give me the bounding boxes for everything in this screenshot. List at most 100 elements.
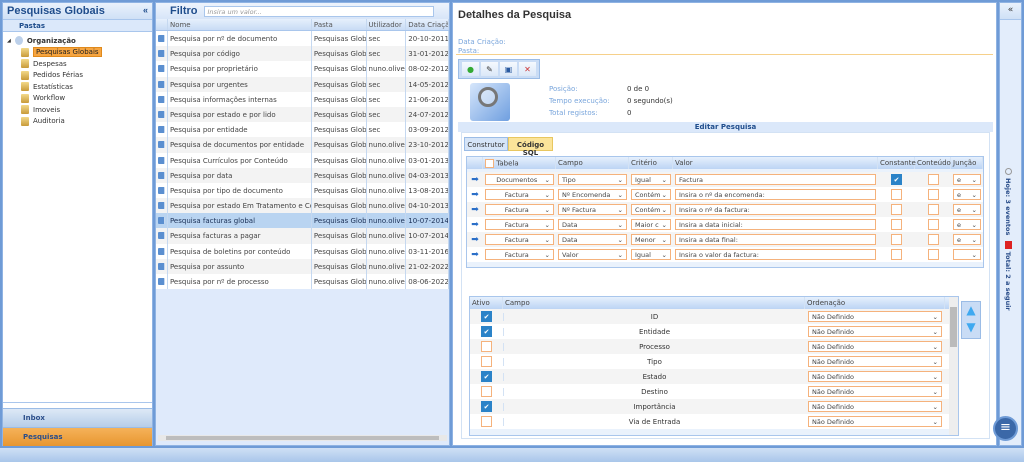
campo-select[interactable]: Nº Factura ⌄ (558, 204, 627, 215)
tab-codigo-sql[interactable]: Código SQL (508, 137, 553, 157)
criterio-select[interactable]: Igual ⌄ (631, 249, 671, 260)
valor-input[interactable]: Factura (675, 174, 876, 185)
vertical-scrollbar[interactable] (949, 297, 958, 435)
table-row[interactable]: Pesquisa por nº de documento Pesquisas Gl… (156, 31, 449, 47)
tabela-select[interactable]: Factura ⌄ (485, 234, 554, 245)
col-pasta[interactable]: Pasta (312, 19, 367, 30)
edit-icon[interactable]: ✎ (481, 62, 498, 76)
hoje-eventos[interactable]: Hoje: 3 eventos (1004, 178, 1012, 235)
juncao-select[interactable]: e ⌄ (953, 219, 981, 230)
table-row[interactable]: Pesquisa de documentos por entidade Pesqu… (156, 137, 449, 153)
folder-item[interactable]: Workflow (3, 93, 152, 105)
table-row[interactable]: Pesquisa informações internas Pesquisas G… (156, 91, 449, 107)
filter-input[interactable]: Insira um valor... (203, 5, 434, 17)
arrow-right-icon[interactable]: ➡ (467, 250, 483, 260)
constante-checkbox[interactable] (891, 204, 902, 215)
arrow-right-icon[interactable]: ➡ (467, 205, 483, 215)
tabela-select[interactable]: Factura ⌄ (485, 219, 554, 230)
juncao-select[interactable]: ⌄ (953, 249, 981, 260)
ordenacao-select[interactable]: Não Definido ⌄ (808, 356, 942, 367)
table-row[interactable]: Pesquisa facturas a pagarPesquisas Globa… (156, 228, 449, 244)
total-a-seguir[interactable]: Total: 2 a seguir (1004, 252, 1012, 311)
table-row[interactable]: Pesquisa por nº de processo Pesquisas Glo… (156, 274, 449, 290)
move-up-icon[interactable]: ▲ (962, 302, 980, 319)
criterio-select[interactable]: Contém ⌄ (631, 189, 671, 200)
ativo-checkbox[interactable]: ✔ (481, 371, 492, 382)
menu-button[interactable]: ≡ (993, 416, 1018, 441)
nav-pesquisas[interactable]: Pesquisas (3, 427, 152, 446)
arrow-right-icon[interactable]: ➡ (467, 190, 483, 200)
folder-item[interactable]: Pedidos Férias (3, 70, 152, 82)
valor-input[interactable]: Insira a data inicial: (675, 219, 876, 230)
ativo-checkbox[interactable] (481, 341, 492, 352)
tab-construtor[interactable]: Construtor (464, 137, 508, 151)
save-icon[interactable]: ▣ (500, 62, 517, 76)
table-row[interactable]: Pesquisa por estado Em Tratamento e Conc… (156, 198, 449, 214)
ativo-checkbox[interactable]: ✔ (481, 401, 492, 412)
campo-select[interactable]: Data ⌄ (558, 219, 627, 230)
ordenacao-select[interactable]: Não Definido ⌄ (808, 326, 942, 337)
folder-item[interactable]: Despesas (3, 58, 152, 70)
ordenacao-select[interactable]: Não Definido ⌄ (808, 341, 942, 352)
folder-item[interactable]: Pesquisas Globais (3, 47, 152, 59)
conteudo-checkbox[interactable] (927, 189, 939, 200)
ordenacao-select[interactable]: Não Definido ⌄ (808, 371, 942, 382)
table-row[interactable]: Pesquisa por códigoPesquisas Globaissec3… (156, 46, 449, 62)
horizontal-scrollbar[interactable] (158, 435, 447, 441)
ordenacao-select[interactable]: Não Definido ⌄ (808, 311, 942, 322)
folder-item[interactable]: Estatísticas (3, 81, 152, 93)
table-row[interactable]: Pesquisa por assuntoPesquisas Globaisnun… (156, 258, 449, 274)
criterio-select[interactable]: Maior c ⌄ (631, 219, 671, 230)
ativo-checkbox[interactable] (481, 356, 492, 367)
col-utilizador[interactable]: Utilizador (367, 19, 407, 30)
constante-checkbox[interactable] (891, 234, 902, 245)
col-data[interactable]: Data Criação (406, 19, 449, 30)
ordenacao-select[interactable]: Não Definido ⌄ (808, 386, 942, 397)
tabela-select[interactable]: Factura ⌄ (485, 204, 554, 215)
campo-select[interactable]: Nº Encomenda ⌄ (558, 189, 627, 200)
tabela-select[interactable]: Documentos ⌄ (485, 174, 554, 185)
expand-sidebar-button[interactable]: « (1000, 3, 1021, 20)
campo-select[interactable]: Tipo ⌄ (558, 174, 627, 185)
table-row[interactable]: Pesquisa facturas globalPesquisas Globai… (156, 213, 449, 229)
table-row[interactable]: Pesquisa por tipo de documento Pesquisas … (156, 182, 449, 199)
tabela-select[interactable]: Factura ⌄ (485, 189, 554, 200)
expand-icon[interactable]: ◢ (7, 38, 11, 44)
conteudo-checkbox[interactable] (927, 234, 939, 245)
table-row[interactable]: Pesquisa por urgentesPesquisas Globaisse… (156, 76, 449, 92)
delete-icon[interactable]: ✕ (519, 62, 536, 76)
arrow-right-icon[interactable]: ➡ (467, 235, 483, 245)
add-icon[interactable]: ● (462, 62, 479, 76)
table-row[interactable]: Pesquisa Currículos por Conteúdo Pesquisa… (156, 152, 449, 168)
conteudo-checkbox[interactable] (927, 204, 939, 215)
move-down-icon[interactable]: ▼ (962, 319, 980, 336)
constante-checkbox[interactable] (891, 249, 902, 260)
valor-input[interactable]: Insira a data final: (675, 234, 876, 245)
table-row[interactable]: Pesquisa por dataPesquisas Globaisnuno.o… (156, 167, 449, 183)
collapse-button[interactable]: « (143, 5, 148, 15)
col-nome[interactable]: Nome (168, 19, 312, 30)
juncao-select[interactable]: e ⌄ (953, 189, 981, 200)
table-row[interactable]: Pesquisa de boletins por conteúdo Pesquis… (156, 243, 449, 259)
ativo-checkbox[interactable]: ✔ (481, 311, 492, 322)
constante-checkbox[interactable] (891, 189, 902, 200)
ordenacao-select[interactable]: Não Definido ⌄ (808, 401, 942, 412)
criterio-select[interactable]: Contém ⌄ (631, 204, 671, 215)
ativo-checkbox[interactable] (481, 416, 492, 427)
ordenacao-select[interactable]: Não Definido ⌄ (808, 416, 942, 427)
conteudo-checkbox[interactable] (927, 249, 939, 260)
arrow-right-icon[interactable]: ➡ (467, 175, 483, 185)
campo-select[interactable]: Valor ⌄ (558, 249, 627, 260)
juncao-select[interactable]: e ⌄ (953, 234, 981, 245)
conteudo-checkbox[interactable] (927, 219, 939, 230)
select-all-checkbox[interactable] (485, 159, 494, 168)
folder-item[interactable]: Auditoria (3, 116, 152, 128)
juncao-select[interactable]: e ⌄ (953, 204, 981, 215)
campo-select[interactable]: Data ⌄ (558, 234, 627, 245)
valor-input[interactable]: Insira o nº da encomenda: (675, 189, 876, 200)
conteudo-checkbox[interactable] (927, 174, 939, 185)
nav-inbox[interactable]: Inbox (3, 408, 152, 427)
tabela-select[interactable]: Factura ⌄ (485, 249, 554, 260)
ativo-checkbox[interactable]: ✔ (481, 326, 492, 337)
criterio-select[interactable]: Menor ⌄ (631, 234, 671, 245)
